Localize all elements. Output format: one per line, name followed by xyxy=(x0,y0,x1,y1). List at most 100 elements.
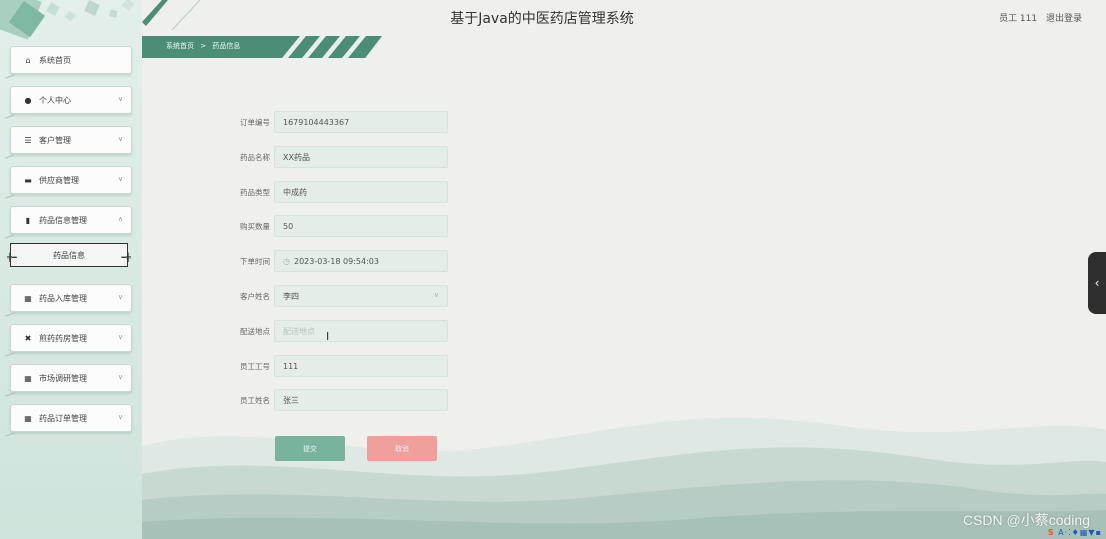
chevron-down-icon: ∨ xyxy=(117,135,123,143)
chevron-down-icon: ∨ xyxy=(117,373,123,381)
order-time-label: 下单时间 xyxy=(240,257,270,266)
delivery-location-field[interactable] xyxy=(274,320,448,342)
drug-type-field[interactable] xyxy=(274,181,448,203)
delivery-location-input[interactable] xyxy=(283,326,439,336)
user-icon: ● xyxy=(24,95,32,105)
form-row-drug-name: 药品名称 xyxy=(142,146,462,168)
sidebar-item-market-research[interactable]: ▦ 市场调研管理 ∨ xyxy=(5,364,132,397)
sidebar-item-label: 系统首页 xyxy=(39,55,71,65)
sidebar-decoration xyxy=(0,0,135,40)
order-no-input[interactable] xyxy=(283,117,439,127)
sidebar-item-label: 个人中心 xyxy=(39,95,71,105)
sidebar-item-label: 药品信息管理 xyxy=(39,215,87,225)
employee-name-input[interactable] xyxy=(283,395,439,405)
quantity-label: 购买数量 xyxy=(240,222,270,231)
breadcrumb: 系统首页 > 药品信息 xyxy=(166,41,240,51)
order-time-input[interactable] xyxy=(293,256,439,266)
submenu-item-label: 药品信息 xyxy=(53,250,85,260)
employee-no-label: 员工工号 xyxy=(240,362,270,371)
breadcrumb-stripes xyxy=(282,36,366,58)
collapse-panel-tab[interactable]: ‹ xyxy=(1088,252,1106,314)
order-no-field[interactable] xyxy=(274,111,448,133)
monitor-icon: ▬ xyxy=(24,175,32,185)
breadcrumb-current: 药品信息 xyxy=(212,42,241,50)
resize-handle-icon: ━╪ xyxy=(121,253,131,262)
form-row-order-time: 下单时间 ◷ xyxy=(142,250,462,272)
sidebar: ⌂ 系统首页 ● 个人中心 ∨ ☰ 客户管理 ∨ ▬ 供应商管理 ∨ ▮ 药品信… xyxy=(0,0,142,539)
pot-icon: ✖ xyxy=(24,333,32,343)
form-row-order-no: 订单编号 xyxy=(142,111,462,133)
chevron-down-icon: ∨ xyxy=(433,291,439,299)
sidebar-item-suppliers[interactable]: ▬ 供应商管理 ∨ xyxy=(5,166,132,199)
sidebar-item-label: 煎药药房管理 xyxy=(39,333,87,343)
grid-icon: ▦ xyxy=(24,413,32,423)
sogou-icon: S xyxy=(1047,528,1055,537)
sidebar-item-drug-stock-in[interactable]: ▦ 药品入库管理 ∨ xyxy=(5,284,132,317)
quantity-input[interactable] xyxy=(283,221,439,231)
watermark: CSDN @小蔡coding xyxy=(962,512,1090,528)
form-row-delivery: 配送地点 xyxy=(142,320,462,342)
resize-handle-icon: ╪━ xyxy=(7,253,17,262)
sidebar-item-customers[interactable]: ☰ 客户管理 ∨ xyxy=(5,126,132,159)
header-decoration xyxy=(142,0,201,30)
customer-name-select[interactable]: 李四 ∨ xyxy=(274,285,448,307)
form-row-drug-type: 药品类型 xyxy=(142,181,462,203)
main-content: 基于Java的中医药店管理系统 员工 111 退出登录 系统首页 > 药品信息 … xyxy=(142,0,1106,539)
sidebar-item-home[interactable]: ⌂ 系统首页 xyxy=(5,46,132,79)
employee-no-field[interactable] xyxy=(274,355,448,377)
page-title: 基于Java的中医药店管理系统 xyxy=(450,11,634,27)
chevron-up-icon: ∧ xyxy=(117,215,123,223)
order-time-field[interactable]: ◷ xyxy=(274,250,448,272)
ime-toolbar[interactable]: S A·⁚♦▦▼▪ xyxy=(1048,528,1102,537)
bar-chart-icon: ▮ xyxy=(25,215,31,225)
breadcrumb-home[interactable]: 系统首页 xyxy=(166,42,194,50)
text-cursor-icon: I xyxy=(326,330,330,343)
sidebar-item-decoction[interactable]: ✖ 煎药药房管理 ∨ xyxy=(5,324,132,357)
drug-name-field[interactable] xyxy=(274,146,448,168)
grid-icon: ▦ xyxy=(24,293,32,303)
form-row-employee-no: 员工工号 xyxy=(142,355,462,377)
quantity-field[interactable] xyxy=(274,215,448,237)
sidebar-item-drug-orders[interactable]: ▦ 药品订单管理 ∨ xyxy=(5,404,132,437)
drug-name-input[interactable] xyxy=(283,152,439,162)
form-row-employee-name: 员工姓名 xyxy=(142,389,462,411)
sliders-icon: ☰ xyxy=(24,135,32,145)
sidebar-item-profile[interactable]: ● 个人中心 ∨ xyxy=(5,86,132,119)
sidebar-item-label: 药品订单管理 xyxy=(39,413,87,423)
breadcrumb-separator: > xyxy=(200,42,207,50)
drug-type-input[interactable] xyxy=(283,187,439,197)
grid-icon: ▦ xyxy=(24,373,32,383)
chevron-down-icon: ∨ xyxy=(117,293,123,301)
order-no-label: 订单编号 xyxy=(240,118,270,127)
ime-tools-icon: A·⁚♦▦▼▪ xyxy=(1058,528,1102,537)
employee-name-field[interactable] xyxy=(274,389,448,411)
drug-name-label: 药品名称 xyxy=(240,153,270,162)
drug-type-label: 药品类型 xyxy=(240,188,270,197)
cancel-button[interactable]: 取消 xyxy=(367,436,437,461)
chevron-down-icon: ∨ xyxy=(117,333,123,341)
user-label: 员工 111 xyxy=(999,14,1038,24)
clock-icon: ◷ xyxy=(283,256,290,266)
chevron-down-icon: ∨ xyxy=(117,413,123,421)
sidebar-item-drug-info[interactable]: ▮ 药品信息管理 ∧ xyxy=(5,206,132,239)
submenu-item-drug-info[interactable]: ╪━ 药品信息 ━╪ xyxy=(7,243,131,267)
delivery-location-label: 配送地点 xyxy=(240,327,270,336)
home-icon: ⌂ xyxy=(25,55,31,65)
customer-name-value: 李四 xyxy=(283,291,299,301)
sidebar-item-label: 供应商管理 xyxy=(39,175,79,185)
submit-button[interactable]: 提交 xyxy=(275,436,345,461)
sidebar-item-label: 客户管理 xyxy=(39,135,71,145)
chevron-down-icon: ∨ xyxy=(117,175,123,183)
chevron-down-icon: ∨ xyxy=(117,95,123,103)
user-area: 员工 111 退出登录 xyxy=(993,11,1082,24)
top-bar: 基于Java的中医药店管理系统 员工 111 退出登录 xyxy=(142,0,1106,34)
sidebar-item-label: 药品入库管理 xyxy=(39,293,87,303)
form-row-customer: 客户姓名 李四 ∨ xyxy=(142,285,462,307)
employee-no-input[interactable] xyxy=(283,361,439,371)
customer-name-label: 客户姓名 xyxy=(240,292,270,301)
background-waves xyxy=(142,417,1106,539)
sidebar-item-label: 市场调研管理 xyxy=(39,373,87,383)
logout-link[interactable]: 退出登录 xyxy=(1046,14,1082,24)
chevron-left-icon: ‹ xyxy=(1094,276,1100,290)
form-row-quantity: 购买数量 xyxy=(142,215,462,237)
